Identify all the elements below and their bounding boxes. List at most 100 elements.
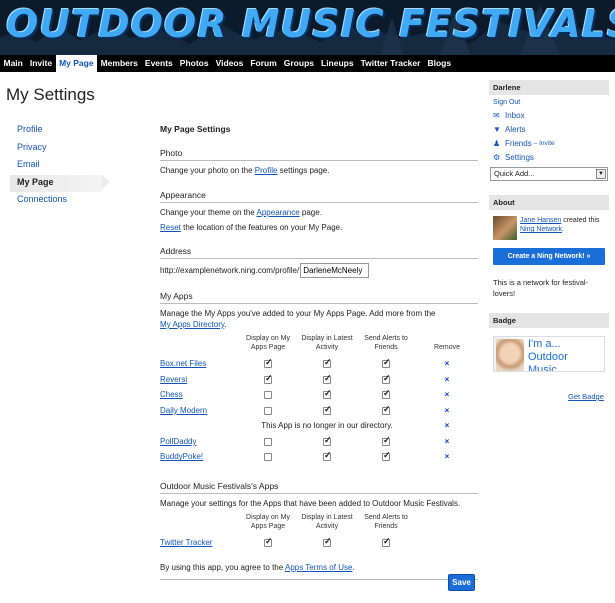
checkbox-display[interactable] [264,406,272,415]
remove-icon[interactable]: × [445,406,450,415]
section-heading: My Page Settings [160,124,231,134]
app-link[interactable]: Chess [160,390,183,399]
table-row: Daily Modern × [160,403,478,419]
checkbox-latest[interactable] [323,357,332,369]
checkbox-latest[interactable] [323,404,332,415]
table-row: PollDaddy × [160,434,478,450]
app-link[interactable]: PollDaddy [160,437,196,446]
table-row: BuddyPoke! × [160,449,478,465]
nav-item-videos[interactable]: Videos [212,55,247,72]
main-nav: Main Invite My Page Members Events Photos Vide… [0,55,615,72]
reset-link[interactable]: Reset [160,223,181,232]
settings-nav-connections[interactable]: Connections [10,192,110,210]
get-badge-link[interactable]: Get Badge [568,392,604,401]
settings-nav-profile[interactable]: Profile [10,122,110,140]
inbox-link[interactable]: ✉ Inbox [489,108,609,122]
checkbox-alerts[interactable] [382,404,391,415]
settings-link[interactable]: ⚙ Settings [489,150,609,164]
about-creator: Jane Hansen created this Ning Network. [493,216,609,240]
checkbox-alerts[interactable] [382,357,391,369]
app-link[interactable]: BuddyPoke! [160,452,203,461]
about-header: About [489,195,609,210]
avatar[interactable] [493,216,517,240]
checkbox-latest[interactable] [323,450,332,462]
site-title[interactable]: OUTDOOR MUSIC FESTIVALS [6,2,615,46]
checkbox-display[interactable] [264,373,273,384]
checkbox-latest[interactable] [323,435,332,446]
remove-icon[interactable]: × [445,421,450,430]
address-row: http://examplenetwork.ning.com/profile/ [160,263,478,278]
invite-link[interactable]: – Invite [534,140,555,147]
member-badge[interactable]: I'm a... Outdoor Music [493,336,605,372]
checkbox-alerts[interactable] [382,373,391,384]
settings-nav-email[interactable]: Email [10,157,110,175]
table-row: Twitter Tracker [160,535,478,551]
app-link[interactable]: Box.net Files [160,359,206,368]
ning-network-link[interactable]: Ning Network [520,226,562,233]
alerts-link[interactable]: ▼ Alerts [489,122,609,136]
friends-link[interactable]: ♟ Friends – Invite [489,136,609,150]
checkbox-alerts[interactable] [382,388,391,400]
creator-link[interactable]: Jane Hansen [520,217,561,224]
nav-item-photos[interactable]: Photos [176,55,212,72]
remove-icon[interactable]: × [445,390,450,399]
apps-terms-link[interactable]: Apps Terms of Use [285,563,352,572]
network-apps-header: Outdoor Music Festivals's Apps [160,481,478,494]
my-apps-table: Display on My Apps Page Display in Latest… [160,334,478,465]
profile-link[interactable]: Profile [255,166,278,175]
create-ning-network-button[interactable]: Create a Ning Network! » [493,248,605,265]
table-row: Reversi × [160,372,478,388]
photo-text: Change your photo on the Profile setting… [160,166,330,175]
badge-photo [496,339,524,371]
site-banner: OUTDOOR MUSIC FESTIVALS [0,0,615,55]
settings-nav-privacy[interactable]: Privacy [10,140,110,158]
nav-item-forum[interactable]: Forum [247,55,280,72]
checkbox-alerts[interactable] [382,450,391,462]
app-link[interactable]: Daily Modern [160,406,207,415]
remove-icon[interactable]: × [445,375,450,384]
nav-item-main[interactable]: Main [0,55,26,72]
checkbox-display[interactable] [264,437,272,446]
settings-nav-my-page[interactable]: My Page [10,174,110,192]
table-row: Chess × [160,387,478,403]
remove-icon[interactable]: × [445,437,450,446]
checkbox-alerts[interactable] [382,536,391,547]
settings-nav: Profile Privacy Email My Page Connection… [10,122,110,210]
address-prefix: http://examplenetwork.ning.com/profile/ [160,266,300,275]
nav-item-events[interactable]: Events [141,55,176,72]
appearance-link[interactable]: Appearance [257,208,300,217]
sign-out-link[interactable]: Sign Out [493,99,609,106]
nav-item-lineups[interactable]: Lineups [318,55,358,72]
photo-header: Photo [160,148,478,161]
checkbox-display[interactable] [264,453,272,462]
network-apps-desc: Manage your settings for the Apps that h… [160,498,461,508]
nav-item-groups[interactable]: Groups [280,55,317,72]
nav-item-blogs[interactable]: Blogs [424,55,455,72]
nav-item-invite[interactable]: Invite [26,55,55,72]
my-apps-directory-link[interactable]: My Apps Directory [160,320,224,329]
checkbox-latest[interactable] [323,388,332,400]
app-link[interactable]: Reversi [160,375,187,384]
app-link-twitter-tracker[interactable]: Twitter Tracker [160,538,212,547]
checkbox-display[interactable] [264,357,273,369]
gear-icon: ⚙ [493,152,501,162]
profile-address-input[interactable] [300,263,370,278]
settings-main: My Page Settings Photo Change your photo… [160,124,478,580]
checkbox-alerts[interactable] [382,435,391,446]
nav-item-twitter-tracker[interactable]: Twitter Tracker [357,55,424,72]
checkbox-latest[interactable] [323,536,332,547]
my-apps-directory-line: My Apps Directory. [160,320,227,329]
appearance-text: Change your theme on the Appearance page… [160,208,322,217]
col-header-app [160,334,238,356]
terms-text: By using this app, you agree to the Apps… [160,562,478,580]
badge-header: Badge [489,313,609,328]
checkbox-display[interactable] [264,391,272,400]
save-button[interactable]: Save [448,574,475,591]
checkbox-display[interactable] [264,536,273,547]
checkbox-latest[interactable] [323,373,332,384]
quick-add-select[interactable]: Quick Add... ▼ [490,167,608,181]
nav-item-my-page[interactable]: My Page [55,55,98,72]
remove-icon[interactable]: × [445,452,450,461]
remove-icon[interactable]: × [445,359,450,368]
nav-item-members[interactable]: Members [97,55,141,72]
